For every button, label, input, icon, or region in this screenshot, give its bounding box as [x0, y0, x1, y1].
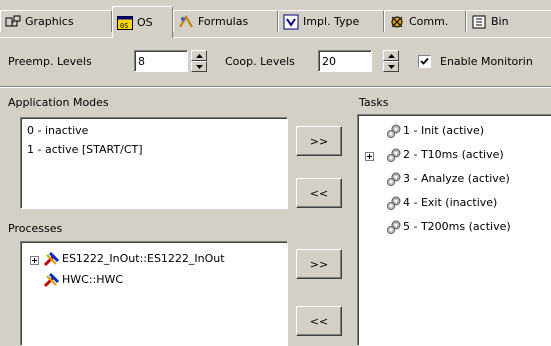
gear-icon: [387, 148, 401, 162]
gear-icon: [387, 196, 401, 210]
arrow-up-icon: [196, 54, 203, 58]
processes-list[interactable]: ES1222_InOut::ES1222_InOut HWC::HWC: [20, 241, 288, 346]
spin-up-button[interactable]: [383, 50, 399, 61]
enable-monitoring-label: Enable Monitorin: [440, 55, 533, 68]
tab-os[interactable]: 0S OS: [112, 6, 173, 38]
remove-process-button[interactable]: <<: [296, 306, 342, 336]
spin-down-button[interactable]: [383, 61, 399, 72]
enable-monitoring-checkbox[interactable]: [418, 55, 431, 68]
tab-baseline: [0, 37, 551, 38]
list-item[interactable]: 2 - T10ms (active): [403, 147, 504, 163]
tasks-title: Tasks: [359, 96, 389, 109]
tab-impl-type[interactable]: Impl. Type: [278, 10, 384, 32]
process-icon: [44, 272, 60, 288]
os-icon: 0S: [117, 15, 133, 31]
tab-label: OS: [137, 16, 153, 29]
application-modes-list[interactable]: 0 - inactive 1 - active [START/CT]: [20, 117, 288, 209]
bin-icon: [471, 14, 487, 30]
expand-icon[interactable]: [30, 256, 39, 265]
arrow-down-icon: [196, 65, 203, 69]
application-modes-title: Application Modes: [8, 96, 109, 109]
checkmark-icon: [420, 57, 429, 65]
impl-type-icon: [283, 14, 299, 30]
spin-down-button[interactable]: [191, 61, 207, 72]
coop-levels-spinner[interactable]: [383, 50, 399, 72]
processes-title: Processes: [8, 222, 63, 235]
expand-icon[interactable]: [365, 152, 374, 161]
list-item[interactable]: ES1222_InOut::ES1222_InOut: [62, 251, 225, 267]
comm-icon: [389, 14, 405, 30]
tab-label: Bin: [491, 15, 509, 28]
list-item[interactable]: 1 - active [START/CT]: [27, 142, 143, 158]
add-mode-button[interactable]: >>: [296, 126, 342, 156]
process-icon: [44, 251, 60, 267]
list-item[interactable]: 1 - Init (active): [403, 123, 484, 139]
gear-icon: [387, 124, 401, 138]
tasks-list[interactable]: 1 - Init (active) 2 - T10ms (active) 3 -…: [357, 114, 551, 346]
add-process-button[interactable]: >>: [296, 249, 342, 279]
remove-mode-button[interactable]: <<: [296, 178, 342, 208]
tab-graphics[interactable]: Graphics: [0, 10, 112, 32]
tab-comm[interactable]: Comm.: [384, 10, 466, 32]
arrow-down-icon: [388, 65, 395, 69]
graphics-icon: [5, 14, 21, 30]
preemp-levels-spinner[interactable]: [191, 50, 207, 72]
arrow-up-icon: [388, 54, 395, 58]
tab-label: Formulas: [198, 15, 249, 28]
tab-label: Graphics: [25, 15, 74, 28]
tab-label: Impl. Type: [303, 15, 360, 28]
gear-icon: [387, 172, 401, 186]
spin-up-button[interactable]: [191, 50, 207, 61]
svg-text:0S: 0S: [120, 22, 128, 30]
gear-icon: [387, 220, 401, 234]
coop-levels-label: Coop. Levels: [225, 55, 295, 68]
list-item[interactable]: 3 - Analyze (active): [403, 171, 510, 187]
list-item[interactable]: 4 - Exit (inactive): [403, 195, 497, 211]
tab-bar: Graphics 0S OS Formulas Impl. Type Comm.…: [0, 0, 551, 38]
coop-levels-input[interactable]: [318, 50, 372, 72]
tab-formulas[interactable]: Formulas: [173, 10, 278, 32]
tab-label: Comm.: [409, 15, 449, 28]
separator: [0, 87, 551, 88]
tab-bin[interactable]: Bin: [466, 10, 551, 32]
list-item[interactable]: HWC::HWC: [62, 272, 123, 288]
preemp-levels-label: Preemp. Levels: [8, 55, 92, 68]
list-item[interactable]: 0 - inactive: [27, 123, 88, 139]
list-item[interactable]: 5 - T200ms (active): [403, 219, 511, 235]
preemp-levels-input[interactable]: [134, 50, 188, 72]
formulas-icon: [178, 14, 194, 30]
